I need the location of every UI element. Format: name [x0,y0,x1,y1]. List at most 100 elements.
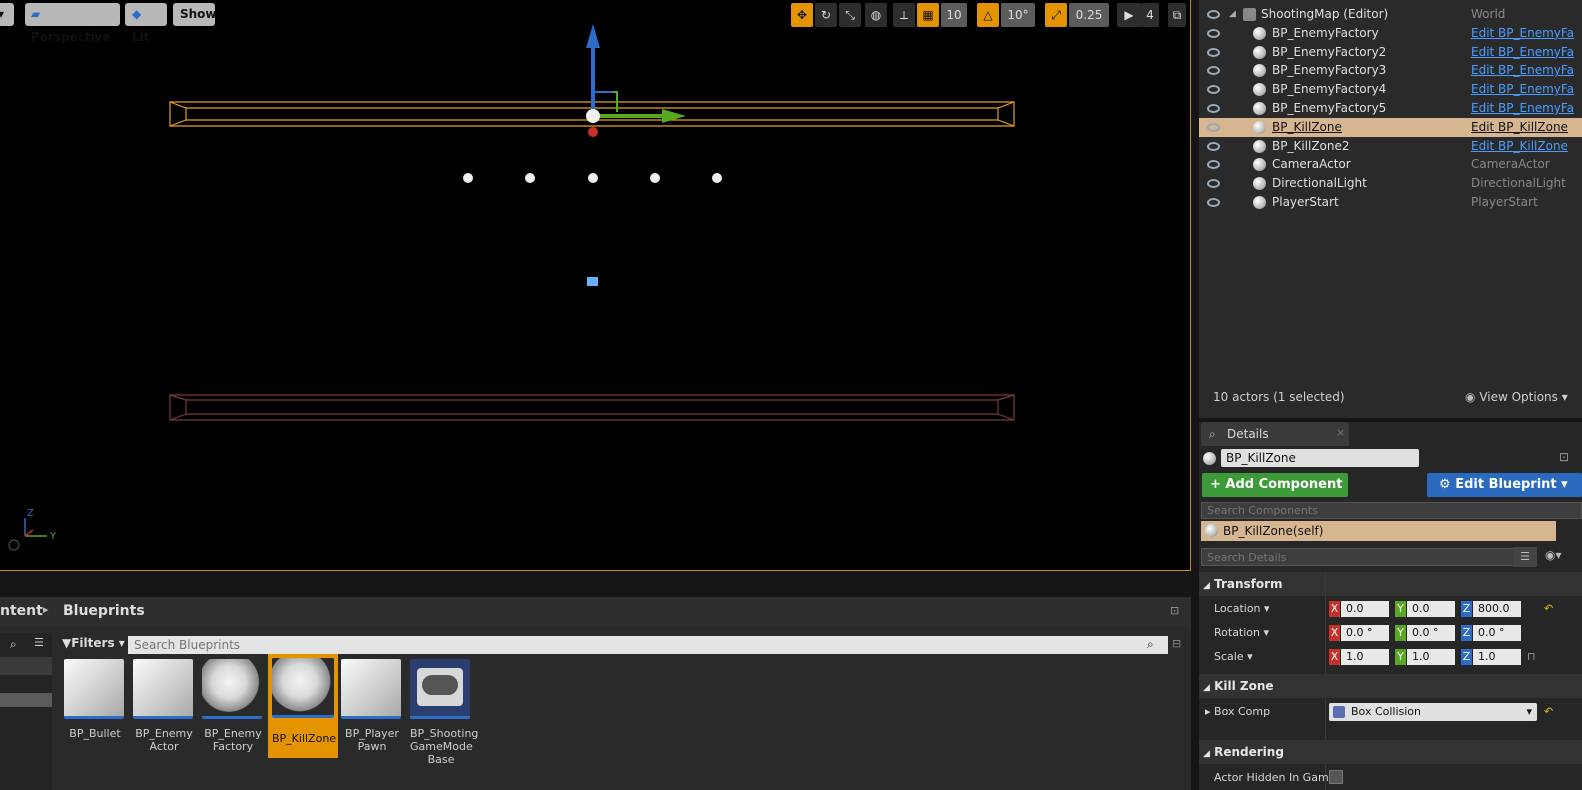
path-parent[interactable]: ntent [0,603,43,619]
scale-lock-icon[interactable]: ⊓ [1527,650,1536,663]
visibility-eye-icon[interactable] [1207,160,1220,170]
visibility-eye-icon[interactable] [1207,179,1220,189]
asset-bp-shooting-gamemode[interactable]: BP_Shooting GameMode Base [410,659,478,766]
world-outliner: ◢ ShootingMap (Editor) World BP_EnemyFactor… [1199,0,1582,418]
blueprint-sphere-thumb-icon [202,659,262,719]
outliner-item-label: BP_KillZone [1272,119,1342,134]
killzone2-box [169,394,1015,421]
rotation-x-field[interactable]: 0.0 ° [1341,625,1389,641]
reset-location-icon[interactable]: ↶ [1544,602,1553,615]
box-comp-dropdown[interactable]: Box Collision ▾ [1329,703,1537,721]
asset-bp-enemy-actor[interactable]: BP_Enemy Actor [133,659,195,753]
actor-hidden-checkbox[interactable] [1329,770,1343,784]
edit-blueprint-link[interactable]: Edit BP_EnemyFa [1471,61,1582,80]
outliner-row[interactable]: CameraActor CameraActor [1199,155,1582,174]
visibility-eye-icon[interactable] [1207,47,1220,57]
expand-arrow-icon[interactable]: ◢ [1229,5,1236,24]
scale-y-field[interactable]: 1.0 [1407,649,1455,665]
reset-boxcomp-icon[interactable]: ↶ [1544,705,1553,718]
sources-search-icon[interactable]: ⌕ [10,637,17,652]
killzone-section-header[interactable]: ◢ Kill Zone [1199,674,1582,698]
outliner-item-type: World [1471,7,1506,21]
search-components-input[interactable] [1201,502,1582,519]
sources-folder-row[interactable] [0,657,52,675]
asset-bp-killzone-selected[interactable]: BP_KillZone [268,654,338,758]
outliner-item-label: BP_EnemyFactory2 [1272,44,1387,59]
rotation-y-field[interactable]: 0.0 ° [1407,625,1455,641]
outliner-item-type: CameraActor [1471,157,1550,172]
visibility-eye-icon[interactable] [1207,10,1220,19]
view-options-button[interactable]: ◉ View Options ▾ [1465,390,1568,404]
outliner-row[interactable]: BP_EnemyFactory4 Edit BP_EnemyFa [1199,80,1582,99]
edit-blueprint-link[interactable]: Edit BP_EnemyFa [1471,99,1582,118]
path-separator-icon: ▸ [43,603,49,616]
save-search-icon[interactable]: ⊟ [1172,637,1181,650]
filter-icon: ▼ [62,636,72,650]
path-current[interactable]: Blueprints [63,603,145,619]
outliner-row[interactable]: PlayerStart PlayerStart [1199,193,1582,212]
outliner-row[interactable]: DirectionalLight DirectionalLight [1199,174,1582,193]
edit-blueprint-button[interactable]: ⚙ Edit Blueprint ▾ [1427,473,1582,497]
asset-bp-player-pawn[interactable]: BP_Player Pawn [341,659,403,753]
location-label[interactable]: Location ▾ [1214,602,1270,615]
close-icon[interactable]: × [1336,426,1345,439]
content-lock-icon[interactable]: ⊡ [1170,604,1179,617]
actor-icon [1253,102,1266,115]
outliner-row[interactable]: BP_KillZone Edit BP_KillZone [1199,117,1582,137]
visibility-eye-icon[interactable] [1207,104,1220,113]
asset-bp-enemy-factory[interactable]: BP_Enemy Factory [202,659,264,753]
outliner-row[interactable]: BP_EnemyFactory3 Edit BP_EnemyFa [1199,61,1582,80]
actor-icon [1253,120,1266,134]
location-y-field[interactable]: 0.0 [1407,601,1455,617]
rotation-z-field[interactable]: 0.0 ° [1473,625,1521,641]
transform-section-header[interactable]: ◢ Transform [1199,572,1582,596]
visibility-eye-icon[interactable] [1207,198,1220,207]
location-x-field[interactable]: 0.0 [1341,601,1389,617]
tab-details[interactable]: ⌕ Details × [1201,422,1349,446]
actor-icon [1253,83,1266,97]
add-component-button[interactable]: + Add Component ▾ [1202,473,1348,516]
filters-button[interactable]: ▼Filters ▾ [62,636,125,650]
visibility-eye-icon[interactable] [1207,141,1220,151]
visibility-filter-icon[interactable]: ◉▾ [1545,548,1562,562]
outliner-row[interactable]: BP_EnemyFactory2 Edit BP_EnemyFa [1199,43,1582,62]
level-viewport[interactable]: ▾ ▰ Perspective ◆ Lit Show ✥ ↻ ⤡ ◍ ⟂ ▦ 1… [0,0,1191,571]
box-comp-label[interactable]: ▸ Box Comp [1205,705,1270,718]
edit-blueprint-link[interactable]: Edit BP_KillZone [1471,137,1582,156]
visibility-eye-icon[interactable] [1207,66,1220,76]
actor-icon [1253,45,1266,59]
lock-icon[interactable]: ⊡ [1559,450,1569,464]
search-details-input[interactable] [1201,548,1519,566]
scene-canvas[interactable]: Z Y [0,0,1190,570]
visibility-eye-icon[interactable] [1207,85,1220,95]
sources-list-icon[interactable]: ☰ [34,636,44,649]
outliner-row[interactable]: ◢ ShootingMap (Editor) World [1199,5,1582,24]
outliner-row[interactable]: BP_EnemyFactory5 Edit BP_EnemyFa [1199,99,1582,118]
scale-x-field[interactable]: 1.0 [1341,649,1389,665]
scale-label[interactable]: Scale ▾ [1214,650,1253,663]
edit-blueprint-link[interactable]: Edit BP_EnemyFa [1471,24,1582,43]
edit-blueprint-link[interactable]: Edit BP_KillZone [1471,118,1582,137]
svg-text:Z: Z [27,508,34,519]
rotation-label[interactable]: Rotation ▾ [1214,626,1269,639]
actor-icon [1253,64,1266,78]
sources-folder-row-selected[interactable] [0,693,52,707]
actor-icon [1253,177,1266,191]
outliner-row[interactable]: BP_KillZone2 Edit BP_KillZone [1199,137,1582,156]
edit-blueprint-link[interactable]: Edit BP_EnemyFa [1471,43,1582,62]
asset-bp-bullet[interactable]: BP_Bullet [64,659,126,740]
edit-blueprint-link[interactable]: Edit BP_EnemyFa [1471,80,1582,99]
actor-name-field[interactable]: BP_KillZone [1221,449,1419,467]
location-z-field[interactable]: 800.0 [1473,601,1521,617]
property-matrix-icon[interactable]: ☰ [1513,547,1537,567]
rendering-section-header[interactable]: ◢ Rendering [1199,740,1582,764]
visibility-eye-icon[interactable] [1207,28,1220,38]
content-browser: ntent ▸ Blueprints ⊡ ⌕ ☰ ▼Filters ▾ ⌕ ⊟ … [0,597,1191,790]
sources-panel: ⌕ ☰ [0,633,52,790]
scale-z-field[interactable]: 1.0 [1473,649,1521,665]
search-blueprints-input[interactable] [128,636,1168,654]
outliner-row[interactable]: BP_EnemyFactory Edit BP_EnemyFa [1199,24,1582,43]
visibility-eye-icon[interactable] [1207,122,1220,132]
component-sphere-icon [1205,524,1218,537]
self-component-row[interactable]: BP_KillZone(self) [1201,521,1556,541]
